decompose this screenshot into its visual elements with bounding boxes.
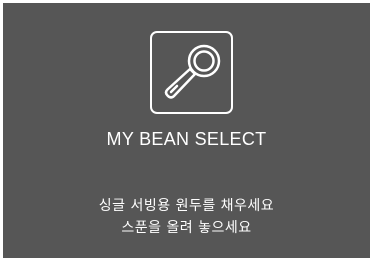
screen-title: MY BEAN SELECT	[106, 129, 267, 149]
instruction-line-1: 싱글 서빙용 원두를 채우세요	[98, 198, 275, 214]
scoop-icon-frame	[150, 31, 233, 114]
instruction-line-2: 스푼을 올려 놓으세요	[121, 220, 252, 236]
my-bean-select-screen: MY BEAN SELECT 싱글 서빙용 원두를 채우세요 스푼을 올려 놓으…	[3, 3, 370, 258]
coffee-scoop-icon	[164, 44, 221, 99]
